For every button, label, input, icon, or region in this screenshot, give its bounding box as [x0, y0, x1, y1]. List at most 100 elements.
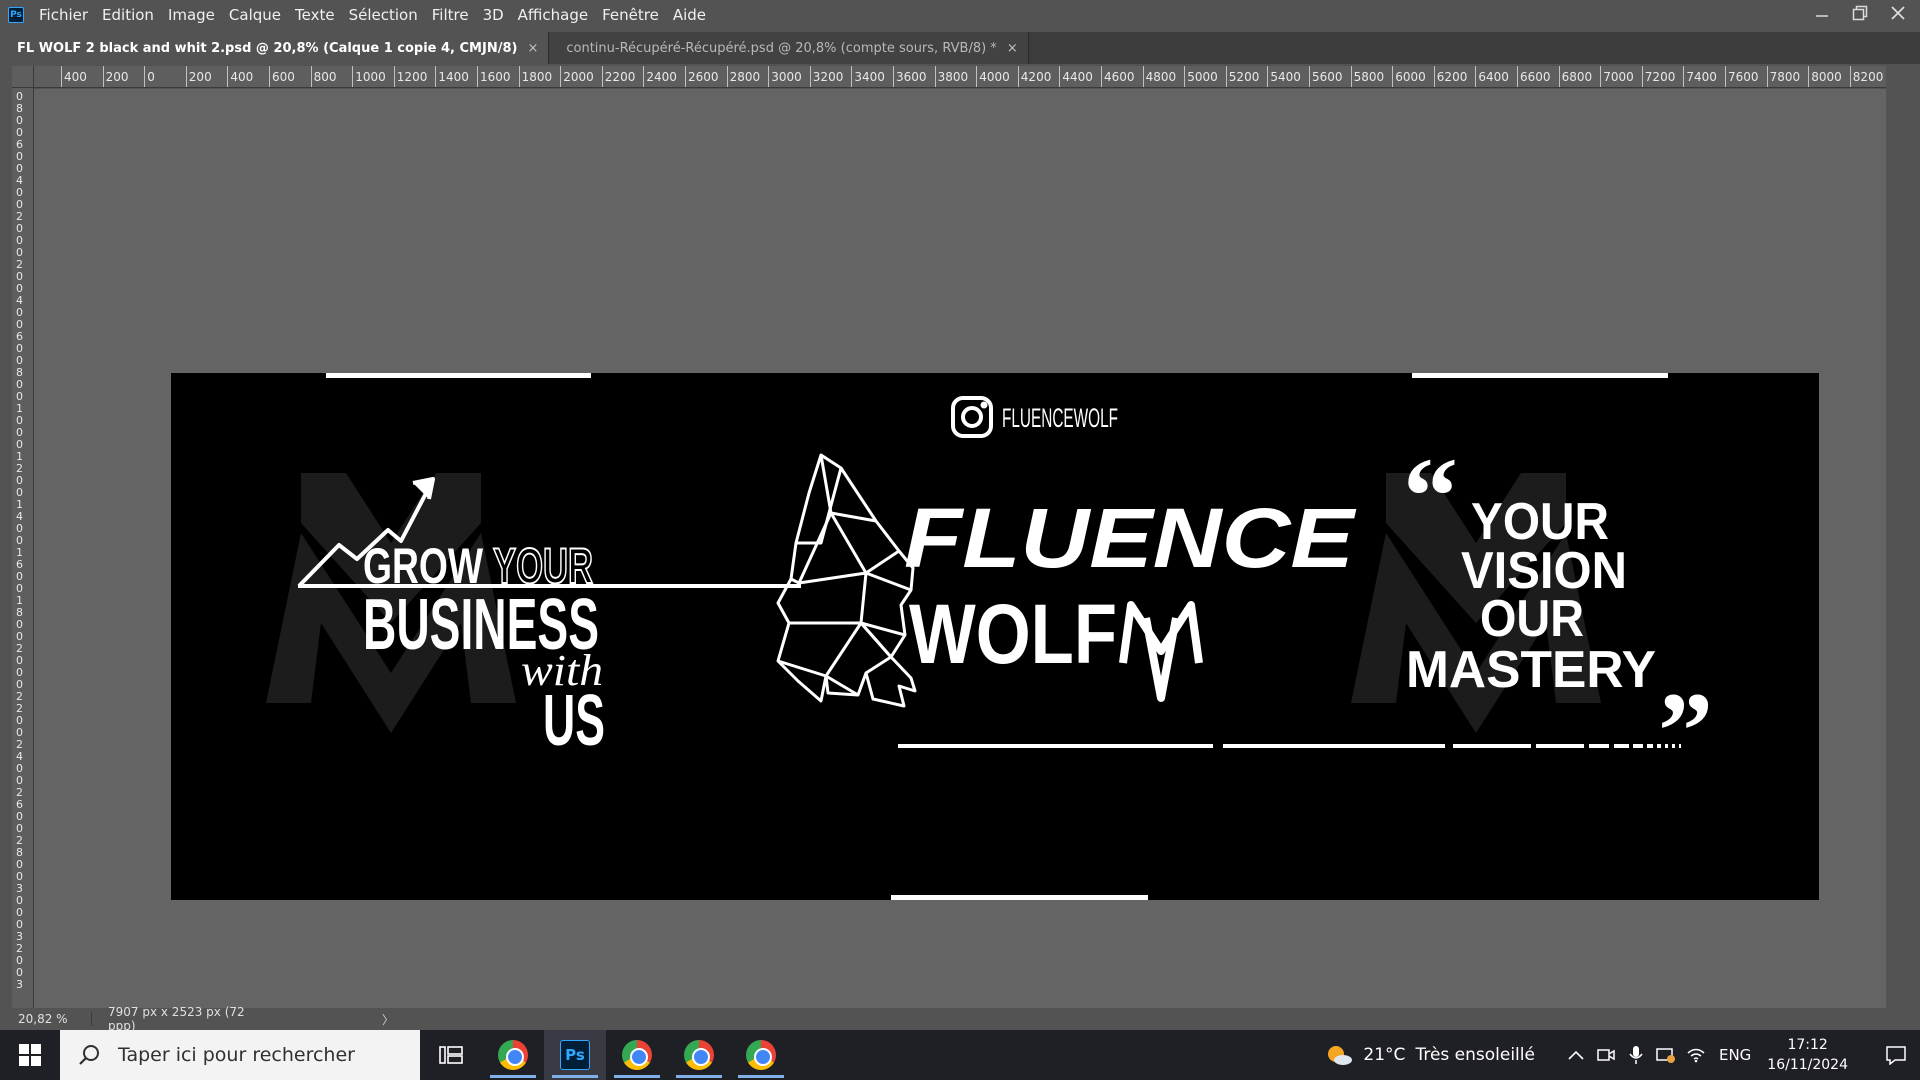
windows-start-icon[interactable]	[0, 1030, 60, 1080]
ruler-h-label: 5800	[1353, 70, 1385, 84]
us-text: US	[543, 681, 605, 761]
wolf-monogram-icon	[1119, 601, 1203, 702]
battery-warning-icon[interactable]	[1651, 1030, 1681, 1080]
language-indicator[interactable]: ENG	[1719, 1046, 1751, 1064]
taskbar-chrome-4[interactable]	[730, 1030, 792, 1080]
taskbar-chrome-3[interactable]	[668, 1030, 730, 1080]
taskbar-clock[interactable]: 17:12 16/11/2024	[1767, 1035, 1848, 1075]
menu-fenetre[interactable]: Fenêtre	[595, 0, 666, 30]
tab-continu[interactable]: continu-Récupéré-Récupéré.psd @ 20,8% (c…	[549, 32, 1029, 64]
ruler-h-label: 3200	[812, 70, 844, 84]
weather-widget[interactable]: 21°C Très ensoleillé	[1325, 1043, 1535, 1067]
ruler-h-tick	[269, 66, 270, 87]
ruler-h-label: 6400	[1478, 70, 1509, 84]
workspace[interactable]: GROW YOUR BUSINESS with US FLUENCEWOLF F…	[34, 89, 1886, 1008]
ruler-h-tick	[435, 66, 437, 87]
menu-affichage[interactable]: Affichage	[511, 0, 595, 30]
ruler-h-label: 1400	[438, 70, 469, 84]
taskbar-search-box[interactable]: Taper ici pour rechercher	[60, 1030, 420, 1080]
close-icon[interactable]	[1890, 5, 1906, 21]
restore-icon[interactable]	[1852, 5, 1868, 21]
document-tab-bar: FL WOLF 2 black and whit 2.psd @ 20,8% (…	[0, 32, 1920, 64]
ruler-h-label: 400	[64, 70, 87, 84]
document-canvas[interactable]: GROW YOUR BUSINESS with US FLUENCEWOLF F…	[171, 373, 1819, 900]
top-right-accent-bar	[1412, 373, 1668, 378]
ruler-h-tick	[144, 66, 146, 87]
ruler-h-tick	[1225, 66, 1227, 87]
menu-selection[interactable]: Sélection	[342, 0, 425, 30]
tab-fl-wolf[interactable]: FL WOLF 2 black and whit 2.psd @ 20,8% (…	[0, 32, 550, 64]
ruler-h-label: 6800	[1561, 70, 1593, 84]
menu-calque[interactable]: Calque	[222, 0, 288, 30]
ruler-h-label: 7400	[1686, 70, 1717, 84]
tab-label: FL WOLF 2 black and whit 2.psd @ 20,8% (…	[17, 40, 518, 56]
taskbar-chrome-1[interactable]	[482, 1030, 544, 1080]
vertical-ruler[interactable]: 0800600400200020040060080010001200140016…	[12, 88, 34, 1008]
ruler-h-label: 7200	[1644, 70, 1676, 84]
chevron-up-icon[interactable]	[1561, 1030, 1591, 1080]
photoshop-logo-icon[interactable]: Ps	[8, 7, 24, 23]
ruler-h-label: 8000	[1811, 70, 1842, 84]
wifi-icon[interactable]	[1681, 1030, 1711, 1080]
search-placeholder: Taper ici pour rechercher	[118, 1044, 355, 1066]
ruler-h-label: 1600	[480, 70, 511, 84]
ruler-h-label: 2600	[688, 70, 719, 84]
ruler-h-label: 6000	[1395, 70, 1426, 84]
task-view-icon[interactable]	[420, 1030, 482, 1080]
status-menu-arrow-icon[interactable]: 〉	[382, 1011, 394, 1028]
clock-time: 17:12	[1787, 1037, 1828, 1053]
menu-aide[interactable]: Aide	[666, 0, 713, 30]
ruler-h-label: 600	[272, 70, 295, 84]
system-tray: 21°C Très ensoleillé ENG 17:12 16/11/202…	[1325, 1030, 1920, 1080]
ruler-h-tick	[1184, 66, 1186, 87]
ruler-h-tick	[1725, 66, 1726, 87]
horizontal-ruler[interactable]: 400 200 0 200 400 600 800 1000 1200 1400 1600 1800 2…	[34, 66, 1886, 88]
bottom-accent-bar	[891, 895, 1148, 900]
ruler-h-tick	[934, 66, 936, 87]
open-quote-mark: “	[1403, 435, 1458, 557]
menu-edition[interactable]: Edition	[95, 0, 161, 30]
window-controls	[1814, 0, 1906, 26]
zoom-level[interactable]: 20,82 %	[0, 1012, 92, 1026]
ruler-h-label: 3400	[854, 70, 885, 84]
tab-close-icon[interactable]: ×	[1007, 41, 1018, 56]
ruler-h-label: 2200	[604, 70, 636, 84]
photoshop-icon: Ps	[560, 1040, 590, 1070]
brand-fluence-text: FLUENCE	[904, 491, 1357, 585]
notification-center-icon[interactable]	[1872, 1030, 1920, 1080]
ruler-h-label: 4600	[1104, 70, 1135, 84]
weather-temp: 21°C	[1363, 1045, 1406, 1065]
status-bar: 20,82 % 7907 px x 2523 px (72 ppp) 〉	[0, 1005, 1920, 1033]
ruler-h-tick	[1683, 66, 1685, 87]
ruler-h-tick	[1309, 66, 1310, 87]
ruler-h-label: 2400	[646, 70, 677, 84]
menu-fichier[interactable]: Fichier	[32, 0, 95, 30]
microphone-icon[interactable]	[1621, 1030, 1651, 1080]
vertical-scrollbar[interactable]	[1900, 66, 1920, 1008]
ruler-h-tick	[102, 66, 104, 87]
ruler-h-tick	[310, 66, 312, 87]
ruler-h-tick	[1641, 66, 1643, 87]
tab-close-icon[interactable]: ×	[527, 41, 538, 56]
camera-icon[interactable]	[1591, 1030, 1621, 1080]
ruler-h-label: 7600	[1728, 70, 1759, 84]
menu-image[interactable]: Image	[161, 0, 222, 30]
ruler-h-label: 1200	[396, 70, 428, 84]
ruler-corner[interactable]	[12, 66, 34, 88]
ruler-h-label: 4000	[979, 70, 1010, 84]
ruler-h-tick	[1267, 66, 1269, 87]
taskbar-chrome-2[interactable]	[606, 1030, 668, 1080]
menu-filtre[interactable]: Filtre	[425, 0, 476, 30]
ruler-h-label: 200	[188, 70, 212, 84]
ruler-h-label: 6600	[1520, 70, 1551, 84]
ruler-h-label: 0	[147, 70, 155, 84]
ruler-h-tick	[1059, 66, 1061, 87]
ruler-h-tick	[1766, 66, 1768, 87]
minimize-icon[interactable]	[1814, 5, 1830, 21]
instagram-handle: FLUENCEWOLF	[1002, 403, 1118, 433]
menu-3d[interactable]: 3D	[476, 0, 511, 30]
ruler-h-tick	[1475, 66, 1477, 87]
ruler-h-tick	[393, 66, 395, 87]
taskbar-photoshop[interactable]: Ps	[544, 1030, 606, 1080]
menu-texte[interactable]: Texte	[288, 0, 342, 30]
